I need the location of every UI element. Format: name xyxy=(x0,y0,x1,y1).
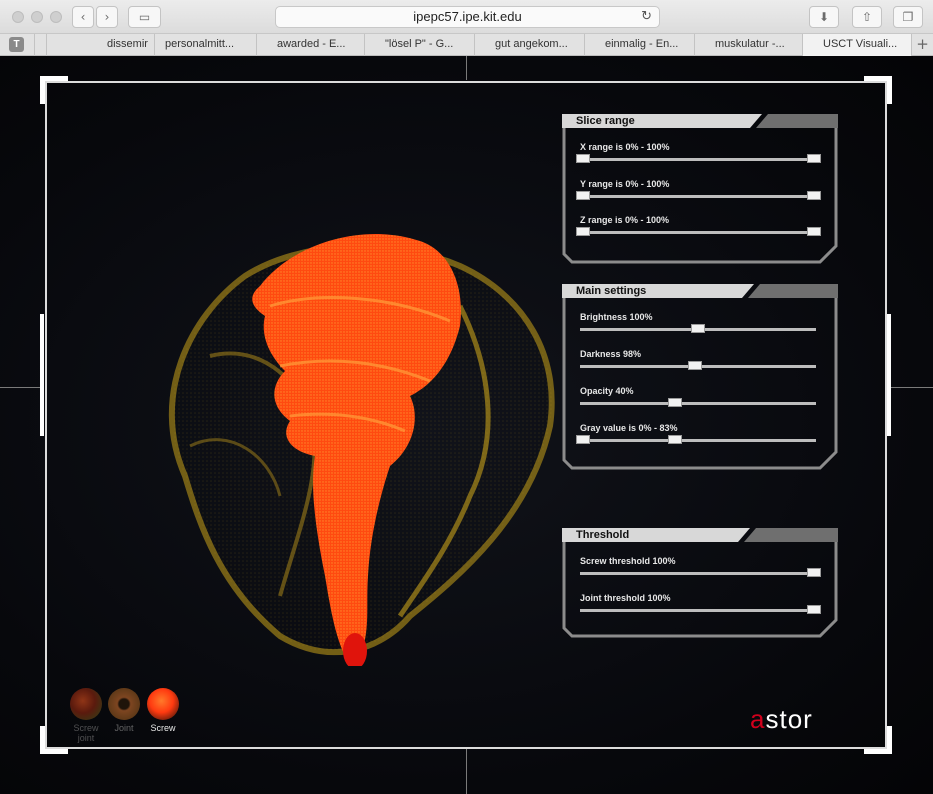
reload-icon[interactable]: ↻ xyxy=(641,7,652,27)
crosshair-line-bottom xyxy=(466,748,467,794)
screw-joint-icon xyxy=(70,688,102,720)
screw-threshold-slider[interactable] xyxy=(580,568,821,577)
download-icon: ⬇ xyxy=(818,10,830,24)
opacity-label: Opacity 40% xyxy=(580,386,634,396)
sidebar-button[interactable]: ▭ xyxy=(128,6,161,28)
mode-label-screw-joint: Screw joint xyxy=(73,723,99,743)
slice-range-panel-frame xyxy=(562,114,838,264)
tab-6[interactable]: einmalig - En... xyxy=(584,34,694,56)
chevron-right-icon: › xyxy=(104,10,110,24)
frame-side-bracket-left xyxy=(40,314,49,436)
new-tab-icon[interactable]: + xyxy=(911,34,933,56)
threshold-panel: Threshold Screw threshold 100% Joint thr… xyxy=(562,528,838,638)
z-range-max-handle[interactable] xyxy=(807,227,821,236)
volume-rendering-viewport[interactable] xyxy=(130,196,570,666)
x-range-label: X range is 0% - 100% xyxy=(580,142,670,152)
screw-threshold-label: Screw threshold 100% xyxy=(580,556,676,566)
z-range-min-handle[interactable] xyxy=(576,227,590,236)
tabs-overview-button[interactable]: ❐ xyxy=(893,6,923,28)
x-range-slider[interactable] xyxy=(576,154,821,163)
frame-corner-tl xyxy=(40,76,68,104)
tab-bar: T dissemir personalmitt... awarded - E..… xyxy=(0,34,933,56)
tab-7[interactable]: muskulatur -... xyxy=(694,34,802,56)
downloads-button[interactable]: ⬇ xyxy=(809,6,839,28)
share-button[interactable]: ⇧ xyxy=(852,6,882,28)
mode-screw-joint[interactable]: Screw joint xyxy=(66,688,106,743)
sidebar-icon: ▭ xyxy=(138,10,151,24)
x-range-min-handle[interactable] xyxy=(576,154,590,163)
mode-selector: Screw joint Joint Screw xyxy=(60,688,200,748)
gray-value-max-handle[interactable] xyxy=(668,435,682,444)
close-window-button[interactable] xyxy=(12,11,24,23)
tab-3[interactable]: awarded - E... xyxy=(256,34,364,56)
brightness-handle[interactable] xyxy=(691,324,705,333)
tab-5[interactable]: gut angekom... xyxy=(474,34,584,56)
tabs-icon: ❐ xyxy=(902,10,914,24)
brightness-slider[interactable] xyxy=(580,324,816,333)
address-bar[interactable]: ipepc57.ipe.kit.edu ↻ xyxy=(275,6,660,28)
tab-4[interactable]: "lösel P" - G... xyxy=(364,34,474,56)
main-settings-panel: Main settings Brightness 100% Darkness 9… xyxy=(562,284,838,470)
screw-icon xyxy=(147,688,179,720)
joint-threshold-slider[interactable] xyxy=(580,605,821,614)
crosshair-line-top xyxy=(466,56,467,80)
mode-joint[interactable]: Joint xyxy=(104,688,144,733)
mode-label-joint: Joint xyxy=(114,723,134,733)
tab-1[interactable]: dissemir xyxy=(46,34,154,56)
darkness-slider[interactable] xyxy=(580,361,816,370)
threshold-panel-frame xyxy=(562,528,838,638)
z-range-label: Z range is 0% - 100% xyxy=(580,215,670,225)
darkness-handle[interactable] xyxy=(688,361,702,370)
minimize-window-button[interactable] xyxy=(31,11,43,23)
astor-logo: astor xyxy=(750,704,813,734)
darkness-label: Darkness 98% xyxy=(580,349,642,359)
frame-corner-tr xyxy=(864,76,892,104)
gray-value-slider[interactable] xyxy=(576,435,816,444)
forward-button[interactable]: › xyxy=(96,6,118,28)
joint-icon xyxy=(108,688,140,720)
brightness-label: Brightness 100% xyxy=(580,312,653,322)
joint-threshold-handle[interactable] xyxy=(807,605,821,614)
y-range-max-handle[interactable] xyxy=(807,191,821,200)
opacity-slider[interactable] xyxy=(580,398,816,407)
tab-blank[interactable] xyxy=(34,34,46,56)
chevron-left-icon: ‹ xyxy=(80,10,86,24)
crosshair-line-right xyxy=(888,387,933,388)
zoom-window-button[interactable] xyxy=(50,11,62,23)
y-range-slider[interactable] xyxy=(576,191,821,200)
browser-toolbar: ‹ › ▭ ipepc57.ipe.kit.edu ↻ ⬇ ⇧ ❐ xyxy=(0,0,933,34)
opacity-handle[interactable] xyxy=(668,398,682,407)
pinned-tab-icon[interactable]: T xyxy=(9,37,24,52)
visualization-page: Slice range X range is 0% - 100% Y range… xyxy=(0,56,933,794)
y-range-min-handle[interactable] xyxy=(576,191,590,200)
url-text: ipepc57.ipe.kit.edu xyxy=(413,9,522,24)
screw-threshold-handle[interactable] xyxy=(807,568,821,577)
gray-value-min-handle[interactable] xyxy=(576,435,590,444)
back-button[interactable]: ‹ xyxy=(72,6,94,28)
threshold-title: Threshold xyxy=(576,529,630,541)
y-range-label: Y range is 0% - 100% xyxy=(580,179,670,189)
tab-2[interactable]: personalmitt... xyxy=(154,34,256,56)
slice-range-panel: Slice range X range is 0% - 100% Y range… xyxy=(562,114,838,264)
gray-value-label: Gray value is 0% - 83% xyxy=(580,423,678,433)
mode-screw[interactable]: Screw xyxy=(143,688,183,733)
joint-threshold-label: Joint threshold 100% xyxy=(580,593,671,603)
main-settings-title: Main settings xyxy=(576,285,647,297)
frame-side-bracket-right xyxy=(882,314,891,436)
crosshair-line-left xyxy=(0,387,44,388)
tab-8-active[interactable]: USCT Visuali... xyxy=(802,34,911,56)
mode-label-screw: Screw xyxy=(150,723,176,733)
x-range-max-handle[interactable] xyxy=(807,154,821,163)
slice-range-title: Slice range xyxy=(576,115,635,127)
frame-corner-br xyxy=(864,726,892,754)
z-range-slider[interactable] xyxy=(576,227,821,236)
share-icon: ⇧ xyxy=(861,10,873,24)
